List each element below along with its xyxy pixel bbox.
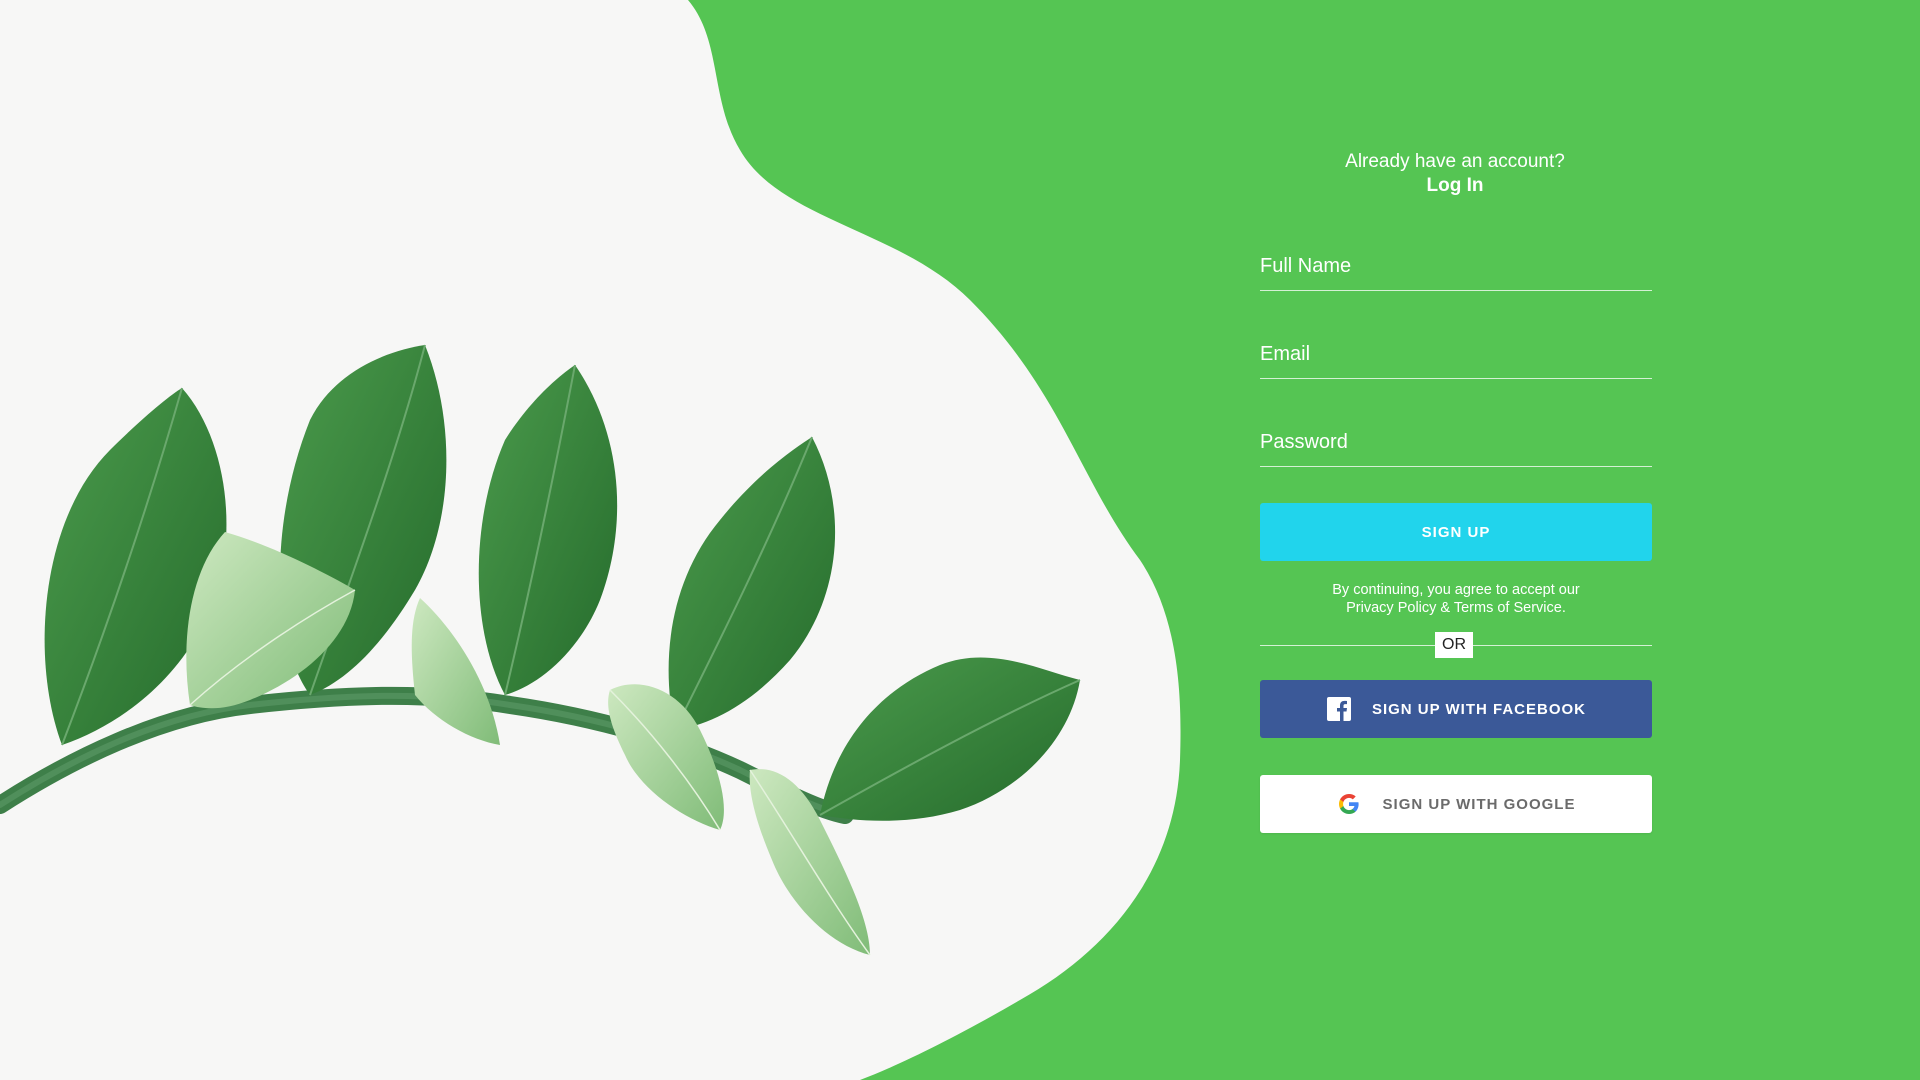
or-divider: OR	[1260, 630, 1652, 660]
login-prompt: Already have an account? Log In	[1258, 150, 1652, 198]
google-icon	[1337, 792, 1361, 816]
facebook-icon	[1326, 696, 1352, 722]
legal-notice-line-2: Privacy Policy & Terms of Service.	[1346, 600, 1566, 616]
sign-up-button[interactable]: SIGN UP	[1260, 503, 1652, 561]
google-signup-button[interactable]: SIGN UP WITH GOOGLE	[1260, 775, 1652, 833]
login-link[interactable]: Log In	[1258, 174, 1652, 198]
facebook-signup-button[interactable]: SIGN UP WITH FACEBOOK	[1260, 680, 1652, 738]
legal-notice: By continuing, you agree to accept our P…	[1260, 581, 1652, 617]
login-prompt-text: Already have an account?	[1345, 151, 1565, 172]
email-input[interactable]	[1260, 343, 1652, 366]
sign-up-button-label: SIGN UP	[1421, 523, 1491, 541]
full-name-field	[1260, 228, 1652, 291]
legal-notice-line-1: By continuing, you agree to accept our	[1332, 582, 1580, 598]
google-signup-label: SIGN UP WITH GOOGLE	[1382, 795, 1576, 813]
or-label: OR	[1435, 632, 1473, 658]
signup-page: Already have an account? Log In SIGN UP …	[0, 0, 1920, 1080]
facebook-signup-label: SIGN UP WITH FACEBOOK	[1371, 700, 1587, 718]
password-field	[1260, 404, 1652, 467]
full-name-input[interactable]	[1260, 255, 1652, 278]
password-input[interactable]	[1260, 431, 1652, 454]
email-field	[1260, 316, 1652, 379]
signup-panel: Already have an account? Log In SIGN UP …	[1260, 150, 1652, 833]
